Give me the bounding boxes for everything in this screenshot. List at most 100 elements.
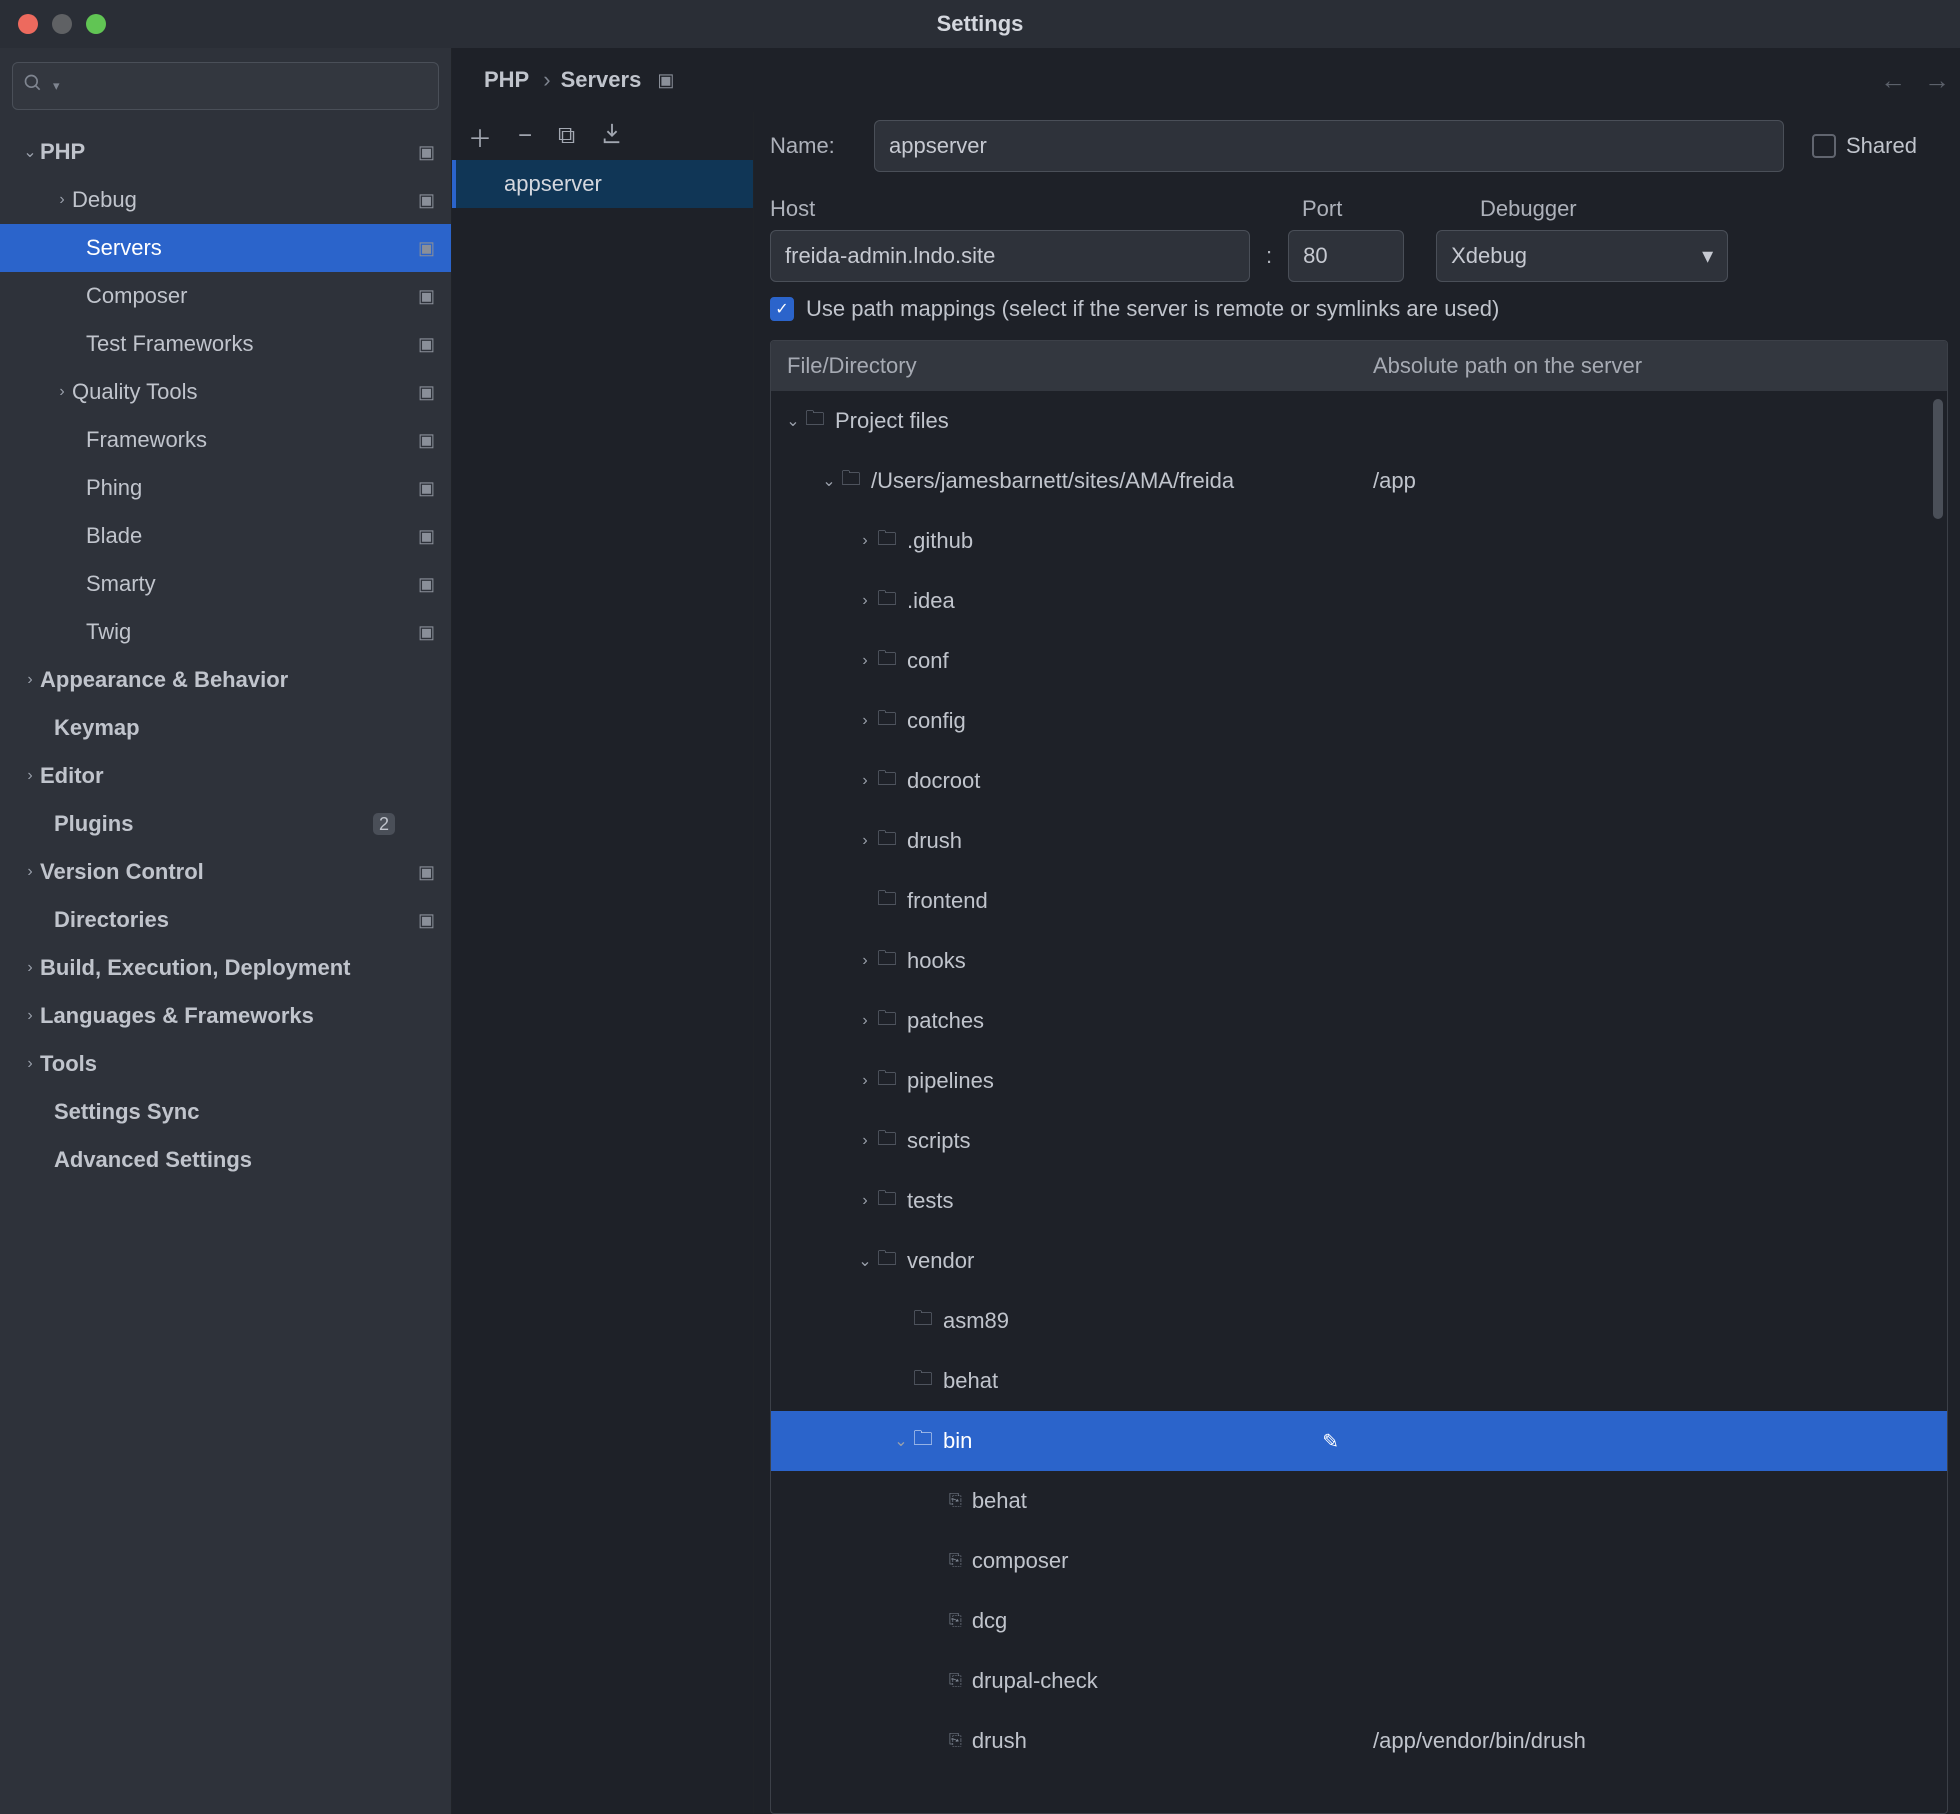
chevron-right-icon[interactable]: ›	[853, 712, 877, 730]
project-icon: ▣	[418, 526, 435, 547]
port-input[interactable]	[1288, 230, 1404, 282]
tree-item-test-frameworks[interactable]: Test Frameworks▣	[0, 320, 451, 368]
php-file-icon: ⎘	[949, 1612, 962, 1630]
host-input[interactable]	[770, 230, 1250, 282]
table-row[interactable]: ›🗀config	[771, 691, 1947, 751]
chevron-down-icon[interactable]: ⌄	[781, 411, 805, 431]
table-row[interactable]: ›🗀.github	[771, 511, 1947, 571]
folder-icon: 🗀	[877, 704, 897, 738]
chevron-down-icon[interactable]: ⌄	[817, 471, 841, 491]
tree-item-twig[interactable]: Twig▣	[0, 608, 451, 656]
table-row[interactable]: ⌄🗀bin✎	[771, 1411, 1947, 1471]
chevron-right-icon[interactable]: ›	[853, 832, 877, 850]
minimize-window-button[interactable]	[52, 14, 72, 34]
table-row[interactable]: ⌄🗀Project files	[771, 391, 1947, 451]
table-row[interactable]: ›🗀behat	[771, 1351, 1947, 1411]
abs-path: /app/vendor/bin/drush	[1373, 1728, 1586, 1753]
tree-item-version-control[interactable]: ›Version Control▣	[0, 848, 451, 896]
table-row[interactable]: ›⎘drupal-check	[771, 1651, 1947, 1711]
tree-item-debug[interactable]: ›Debug▣	[0, 176, 451, 224]
tree-item-phing[interactable]: Phing▣	[0, 464, 451, 512]
import-server-button[interactable]	[601, 122, 623, 151]
shared-checkbox[interactable]	[1812, 134, 1836, 158]
table-row[interactable]: ›🗀.idea	[771, 571, 1947, 631]
tree-item-tools[interactable]: ›Tools	[0, 1040, 451, 1088]
tree-item-settings-sync[interactable]: Settings Sync	[0, 1088, 451, 1136]
table-row[interactable]: ›🗀docroot	[771, 751, 1947, 811]
tree-item-composer[interactable]: Composer▣	[0, 272, 451, 320]
chevron-right-icon[interactable]: ›	[853, 1192, 877, 1210]
project-icon: ▣	[418, 430, 435, 451]
maximize-window-button[interactable]	[86, 14, 106, 34]
chevron-down-icon: ▾	[1702, 243, 1713, 269]
chevron-right-icon[interactable]: ›	[853, 532, 877, 550]
tree-item-lang-fw[interactable]: ›Languages & Frameworks	[0, 992, 451, 1040]
table-row[interactable]: ›🗀frontend	[771, 871, 1947, 931]
settings-tree: ⌄PHP▣ ›Debug▣ Servers▣ Composer▣ Test Fr…	[0, 124, 451, 1814]
remove-server-button[interactable]: −	[518, 122, 532, 150]
add-server-button[interactable]: ＋	[468, 119, 492, 154]
table-row[interactable]: ›⎘composer	[771, 1531, 1947, 1591]
project-icon: ▣	[418, 382, 435, 403]
host-port-separator: :	[1266, 243, 1272, 269]
tree-item-blade[interactable]: Blade▣	[0, 512, 451, 560]
chevron-right-icon[interactable]: ›	[853, 1012, 877, 1030]
nav-forward-button[interactable]: →	[1924, 65, 1950, 96]
chevron-right-icon[interactable]: ›	[853, 592, 877, 610]
plugins-badge: 2	[373, 813, 395, 835]
tree-item-appearance[interactable]: ›Appearance & Behavior	[0, 656, 451, 704]
tree-item-editor[interactable]: ›Editor	[0, 752, 451, 800]
table-row[interactable]: ›🗀hooks	[771, 931, 1947, 991]
tree-item-smarty[interactable]: Smarty▣	[0, 560, 451, 608]
debugger-select[interactable]: Xdebug ▾	[1436, 230, 1728, 282]
table-row[interactable]: ›🗀drush	[771, 811, 1947, 871]
tree-item-servers[interactable]: Servers▣	[0, 224, 451, 272]
table-row[interactable]: ›🗀pipelines	[771, 1051, 1947, 1111]
chevron-down-icon[interactable]: ⌄	[853, 1251, 877, 1271]
table-row[interactable]: ›⎘dcg	[771, 1591, 1947, 1651]
table-row[interactable]: ›🗀patches	[771, 991, 1947, 1051]
chevron-right-icon[interactable]: ›	[853, 952, 877, 970]
scrollbar-thumb[interactable]	[1933, 399, 1943, 519]
search-input[interactable]: ▾	[12, 62, 439, 110]
tree-item-advanced[interactable]: Advanced Settings	[0, 1136, 451, 1184]
shared-label: Shared	[1846, 133, 1917, 159]
table-row[interactable]: ›⎘behat	[771, 1471, 1947, 1531]
table-row[interactable]: ⌄🗀/Users/jamesbarnett/sites/AMA/freida /…	[771, 451, 1947, 511]
project-icon: ▣	[418, 142, 435, 163]
tree-item-keymap[interactable]: Keymap	[0, 704, 451, 752]
server-item-label: appserver	[504, 171, 602, 197]
table-row[interactable]: ›🗀tests	[771, 1171, 1947, 1231]
tree-item-quality-tools[interactable]: ›Quality Tools▣	[0, 368, 451, 416]
table-row[interactable]: ›🗀conf	[771, 631, 1947, 691]
nav-back-button[interactable]: ←	[1880, 65, 1906, 96]
chevron-right-icon[interactable]: ›	[853, 652, 877, 670]
chevron-right-icon[interactable]: ›	[853, 1132, 877, 1150]
table-row[interactable]: ›🗀scripts	[771, 1111, 1947, 1171]
php-file-icon: ⎘	[949, 1672, 962, 1690]
search-dropdown-icon: ▾	[53, 78, 60, 94]
folder-icon: 🗀	[877, 584, 897, 618]
chevron-down-icon[interactable]: ⌄	[889, 1431, 913, 1451]
table-row[interactable]: ⌄🗀vendor	[771, 1231, 1947, 1291]
server-item-appserver[interactable]: appserver	[452, 160, 753, 208]
path-mappings-checkbox[interactable]: ✓	[770, 297, 794, 321]
tree-item-directories[interactable]: Directories▣	[0, 896, 451, 944]
close-window-button[interactable]	[18, 14, 38, 34]
tree-item-php[interactable]: ⌄PHP▣	[0, 128, 451, 176]
server-name-input[interactable]	[874, 120, 1784, 172]
folder-icon: 🗀	[913, 1364, 933, 1398]
breadcrumb-php[interactable]: PHP	[484, 67, 529, 93]
edit-icon[interactable]: ✎	[1322, 1429, 1339, 1454]
copy-server-button[interactable]: ⧉	[558, 122, 575, 150]
tree-item-bed[interactable]: ›Build, Execution, Deployment	[0, 944, 451, 992]
table-row[interactable]: ›⎘drush/app/vendor/bin/drush	[771, 1711, 1947, 1771]
tree-item-plugins[interactable]: Plugins2	[0, 800, 451, 848]
chevron-right-icon[interactable]: ›	[853, 772, 877, 790]
table-row[interactable]: ›🗀asm89	[771, 1291, 1947, 1351]
folder-icon: 🗀	[877, 944, 897, 978]
folder-icon: 🗀	[877, 884, 897, 918]
folder-icon: 🗀	[913, 1424, 933, 1458]
tree-item-frameworks[interactable]: Frameworks▣	[0, 416, 451, 464]
chevron-right-icon[interactable]: ›	[853, 1072, 877, 1090]
